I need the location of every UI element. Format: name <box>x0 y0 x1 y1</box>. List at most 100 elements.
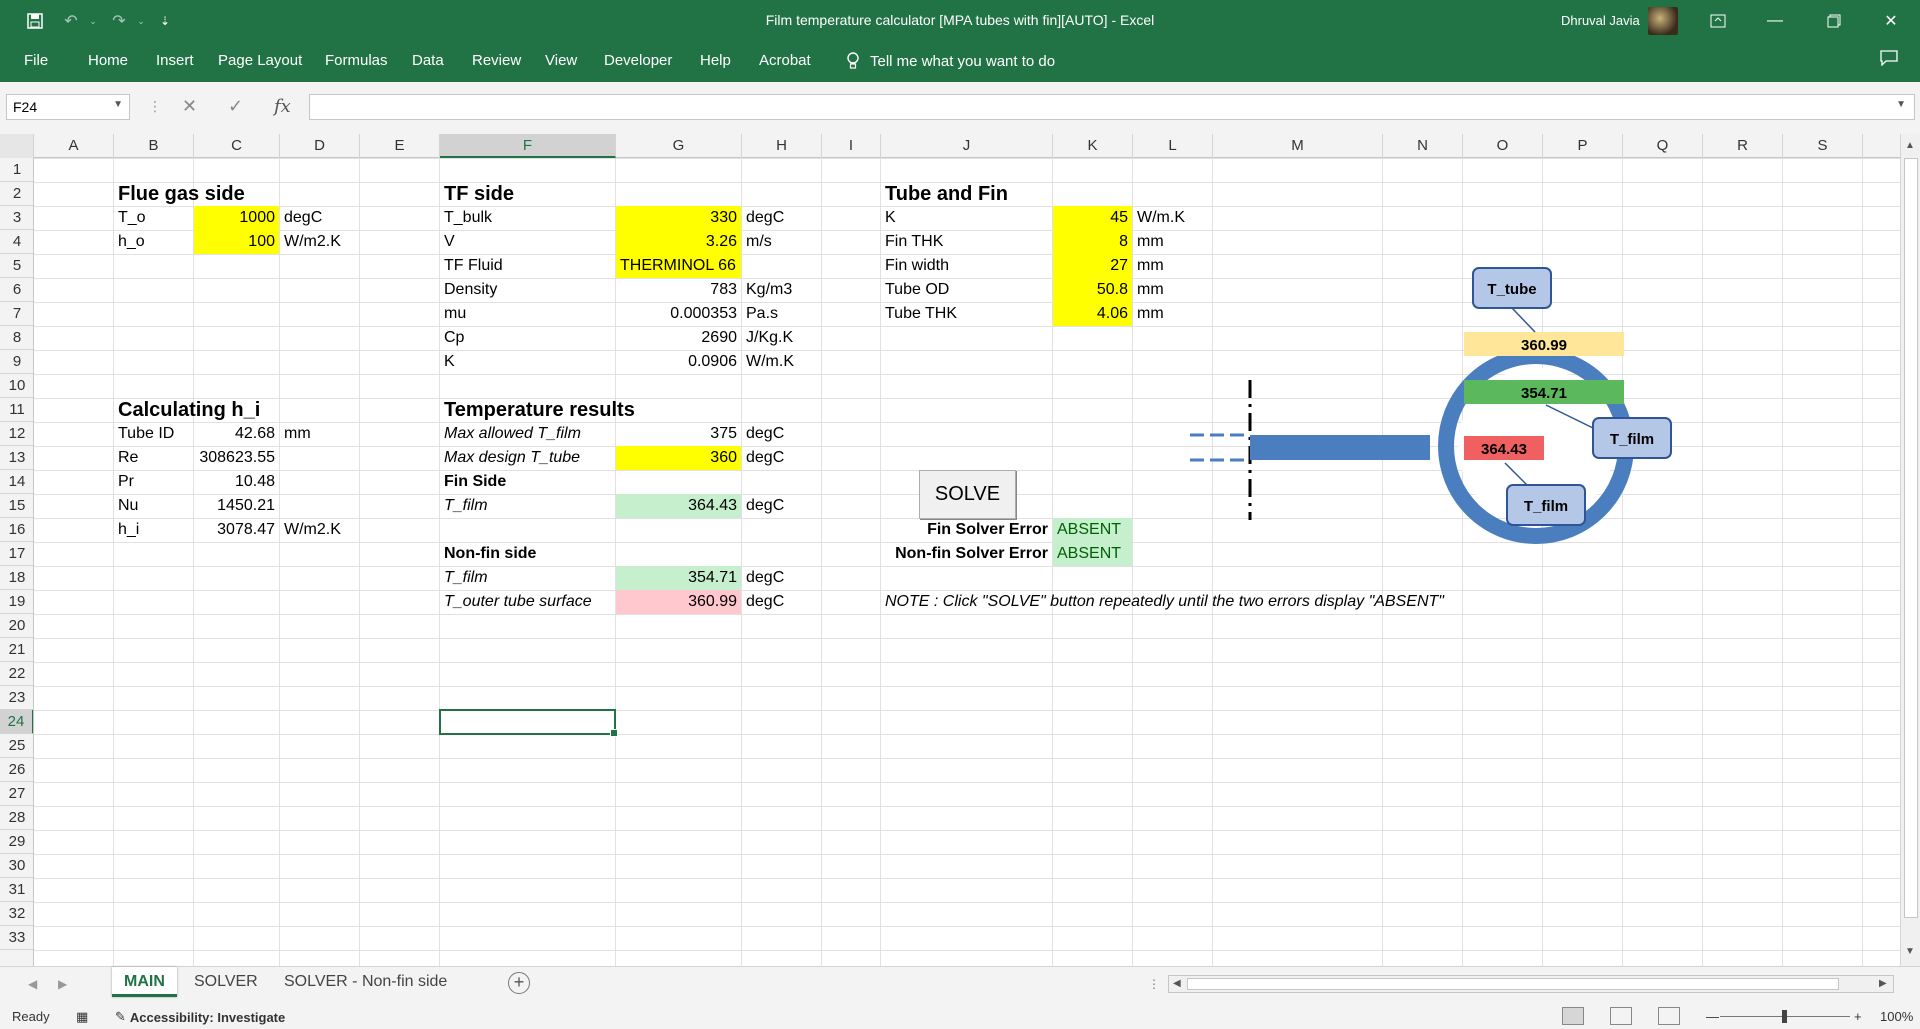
cell-value[interactable]: 10.48 <box>194 470 279 494</box>
cell-label[interactable]: Tube ID <box>114 422 194 446</box>
cell-label[interactable]: V <box>440 230 615 254</box>
row-header[interactable]: 20 <box>0 614 33 638</box>
column-header[interactable]: N <box>1383 134 1463 158</box>
enter-formula-icon[interactable]: ✓ <box>228 96 243 117</box>
row-header[interactable]: 11 <box>0 398 33 422</box>
row-header[interactable]: 22 <box>0 662 33 686</box>
cell-label[interactable]: T_film <box>440 494 615 518</box>
minimize-icon[interactable]: — <box>1752 0 1798 42</box>
column-header[interactable]: Q <box>1623 134 1703 158</box>
row-header[interactable]: 5 <box>0 254 33 278</box>
sheet-prev-icon[interactable]: ◀ <box>28 977 37 991</box>
row-header[interactable]: 18 <box>0 566 33 590</box>
tab-splitter-icon[interactable]: ⋮ <box>1148 977 1160 991</box>
nonfin-error-label[interactable]: Non-fin Solver Error <box>881 542 1052 566</box>
save-icon[interactable] <box>20 8 50 34</box>
row-header[interactable]: 14 <box>0 470 33 494</box>
redo-icon[interactable]: ↷ <box>106 8 132 34</box>
tf-fluid-input[interactable]: THERMINOL 66 <box>616 254 741 278</box>
fin-tfilm-value[interactable]: 364.43 <box>616 494 741 518</box>
row-header[interactable]: 15 <box>0 494 33 518</box>
insert-function-icon[interactable]: fx <box>274 96 291 117</box>
tab-developer[interactable]: Developer <box>604 52 672 69</box>
active-cell[interactable] <box>439 709 618 737</box>
row-header[interactable]: 26 <box>0 758 33 782</box>
row-header[interactable]: 19 <box>0 590 33 614</box>
cell-value[interactable]: 42.68 <box>194 422 279 446</box>
zoom-in-icon[interactable]: + <box>1854 1009 1862 1024</box>
tab-formulas[interactable]: Formulas <box>325 52 388 69</box>
scroll-right-icon[interactable]: ▶ <box>1879 978 1887 989</box>
cell-label[interactable]: Fin Side <box>440 470 615 494</box>
formula-input[interactable]: ▼ <box>309 94 1915 120</box>
column-header[interactable]: L <box>1133 134 1213 158</box>
row-header[interactable]: 28 <box>0 806 33 830</box>
max-tube-input[interactable]: 360 <box>616 446 741 470</box>
column-header[interactable]: S <box>1783 134 1863 158</box>
column-header[interactable]: D <box>280 134 360 158</box>
column-header[interactable]: J <box>881 134 1053 158</box>
cell-unit[interactable]: degC <box>742 206 821 230</box>
tf-v-input[interactable]: 3.26 <box>616 230 741 254</box>
cell-label[interactable]: Re <box>114 446 194 470</box>
redo-dropdown-icon[interactable]: ⌄ <box>134 8 148 34</box>
cell-unit[interactable]: W/m2.K <box>280 230 359 254</box>
cell-label[interactable]: K <box>440 350 615 374</box>
normal-view-icon[interactable] <box>1562 1007 1584 1025</box>
row-header[interactable]: 27 <box>0 782 33 806</box>
row-header[interactable]: 24 <box>0 710 33 734</box>
tab-view[interactable]: View <box>545 52 577 69</box>
cell-label[interactable]: Tube THK <box>881 302 1052 326</box>
comments-icon[interactable] <box>1880 50 1898 71</box>
cell-value[interactable]: 0.000353 <box>616 302 741 326</box>
fin-width-input[interactable]: 27 <box>1053 254 1132 278</box>
cell-unit[interactable]: W/m2.K <box>280 518 359 542</box>
column-header[interactable]: R <box>1703 134 1783 158</box>
cell-value[interactable]: 783 <box>616 278 741 302</box>
undo-dropdown-icon[interactable]: ⌄ <box>86 8 100 34</box>
tab-page-layout[interactable]: Page Layout <box>218 52 302 69</box>
column-header[interactable]: K <box>1053 134 1133 158</box>
vertical-scroll-thumb[interactable] <box>1904 158 1918 918</box>
tell-me-search[interactable]: Tell me what you want to do <box>846 52 1055 70</box>
cell-label[interactable]: T_o <box>114 206 194 230</box>
cell-unit[interactable]: W/m.K <box>1133 206 1212 230</box>
cell-value[interactable]: 1450.21 <box>194 494 279 518</box>
tab-file[interactable]: File <box>24 52 48 69</box>
outer-surface-value[interactable]: 360.99 <box>616 590 741 614</box>
tab-acrobat[interactable]: Acrobat <box>759 52 811 69</box>
cell-label[interactable]: Cp <box>440 326 615 350</box>
sheet-next-icon[interactable]: ▶ <box>58 977 67 991</box>
cell-label[interactable]: Pr <box>114 470 194 494</box>
row-header[interactable]: 25 <box>0 734 33 758</box>
user-name[interactable]: Dhruval Javia <box>1561 13 1640 28</box>
sheet-tab-solver-nonfin[interactable]: SOLVER - Non-fin side <box>272 967 459 997</box>
column-header[interactable]: P <box>1543 134 1623 158</box>
fin-error-label[interactable]: Fin Solver Error <box>881 518 1052 542</box>
cell-label[interactable]: T_bulk <box>440 206 615 230</box>
zoom-level[interactable]: 100% <box>1880 1009 1913 1024</box>
column-header[interactable]: I <box>822 134 881 158</box>
cell-unit[interactable]: Kg/m3 <box>742 278 821 302</box>
cell-unit[interactable]: degC <box>742 566 821 590</box>
cell-label[interactable]: mu <box>440 302 615 326</box>
undo-icon[interactable]: ↶ <box>58 8 84 34</box>
cell-unit[interactable]: Pa.s <box>742 302 821 326</box>
cell-unit[interactable]: degC <box>742 494 821 518</box>
cell-label[interactable]: h_o <box>114 230 194 254</box>
cell-value[interactable]: 3078.47 <box>194 518 279 542</box>
flue-t-o-input[interactable]: 1000 <box>194 206 279 230</box>
cell-label[interactable]: T_film <box>440 566 615 590</box>
cell-value[interactable]: 2690 <box>616 326 741 350</box>
restore-icon[interactable] <box>1811 0 1857 42</box>
horizontal-scrollbar[interactable]: ◀ ▶ <box>1168 975 1894 993</box>
column-header[interactable]: F <box>440 134 616 158</box>
row-header[interactable]: 23 <box>0 686 33 710</box>
solve-button[interactable]: SOLVE <box>919 470 1016 519</box>
column-header[interactable]: A <box>34 134 114 158</box>
tab-data[interactable]: Data <box>412 52 444 69</box>
cell-label[interactable]: Max design T_tube <box>440 446 615 470</box>
nonfin-tfilm-value[interactable]: 354.71 <box>616 566 741 590</box>
row-header[interactable]: 33 <box>0 926 33 950</box>
tab-review[interactable]: Review <box>472 52 521 69</box>
